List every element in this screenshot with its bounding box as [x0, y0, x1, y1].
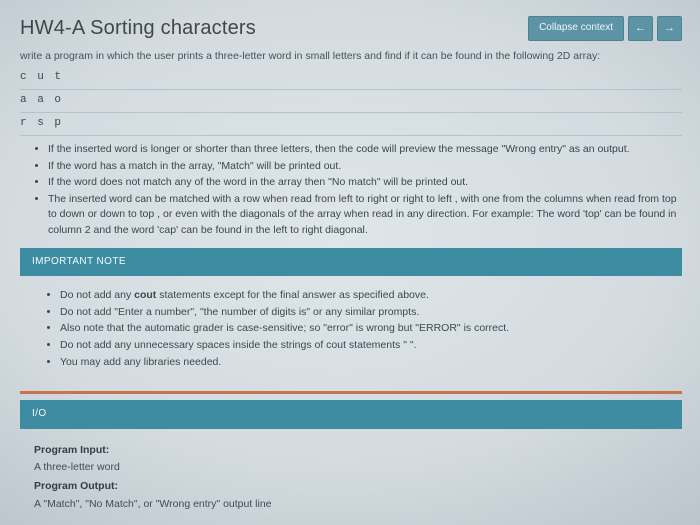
rule-item: If the inserted word is longer or shorte…	[48, 142, 682, 157]
arrow-right-icon: →	[664, 23, 675, 34]
io-body: Program Input: A three-letter word Progr…	[20, 429, 682, 525]
note-item: Do not add any cout statements except fo…	[60, 288, 668, 303]
note-item: Do not add any unnecessary spaces inside…	[60, 338, 668, 353]
problem-description: write a program in which the user prints…	[20, 49, 682, 64]
accent-divider	[20, 391, 682, 394]
rule-item: If the word does not match any of the wo…	[48, 175, 682, 190]
rule-item: If the word has a match in the array, "M…	[48, 159, 682, 174]
divider	[20, 89, 682, 90]
array-row-0: c u t	[20, 70, 682, 86]
note-item: You may add any libraries needed.	[60, 355, 668, 370]
header-controls: Collapse context ← →	[528, 16, 682, 41]
next-button[interactable]: →	[657, 16, 682, 41]
program-input-value: A three-letter word	[34, 460, 668, 475]
page-title: HW4-A Sorting characters	[20, 14, 256, 43]
array-row-1: a a o	[20, 93, 682, 109]
collapse-context-button[interactable]: Collapse context	[528, 16, 624, 41]
rules-list: If the inserted word is longer or shorte…	[20, 142, 682, 238]
rule-item: The inserted word can be matched with a …	[48, 192, 682, 238]
note-item: Do not add "Enter a number", "the number…	[60, 305, 668, 320]
notes-list: Do not add any cout statements except fo…	[34, 288, 668, 370]
divider	[20, 112, 682, 113]
arrow-left-icon: ←	[635, 23, 646, 34]
prev-button[interactable]: ←	[628, 16, 653, 41]
program-output-value: A "Match", "No Match", or "Wrong entry" …	[34, 497, 668, 512]
important-note-heading: IMPORTANT NOTE	[20, 248, 682, 277]
array-row-2: r s p	[20, 116, 682, 132]
header: HW4-A Sorting characters Collapse contex…	[20, 14, 682, 43]
program-output-label: Program Output:	[34, 479, 668, 494]
important-note-body: Do not add any cout statements except fo…	[20, 276, 682, 381]
collapse-context-label: Collapse context	[539, 21, 613, 36]
note-item: Also note that the automatic grader is c…	[60, 321, 668, 336]
divider	[20, 135, 682, 136]
program-input-label: Program Input:	[34, 443, 668, 458]
cout-keyword: cout	[134, 289, 156, 301]
io-heading: I/O	[20, 400, 682, 429]
